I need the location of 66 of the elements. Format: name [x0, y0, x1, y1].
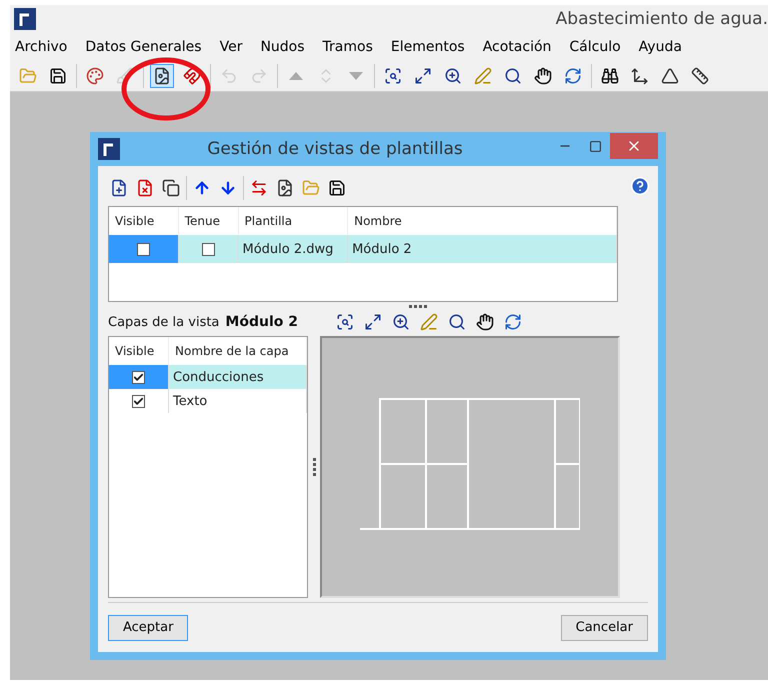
table-cell: Módulo 2 — [348, 235, 617, 263]
checkbox[interactable] — [132, 370, 145, 384]
triangle-icon — [661, 66, 679, 84]
palette-icon — [86, 66, 104, 84]
redo-icon — [250, 66, 268, 84]
menu-item[interactable]: Archivo — [15, 38, 68, 54]
folder-icon — [302, 179, 320, 197]
swap-icon — [250, 179, 268, 197]
dialog-button[interactable]: Aceptar — [108, 614, 188, 640]
help-icon[interactable] — [630, 176, 650, 196]
document-icon — [276, 179, 294, 197]
down-triangle-icon — [349, 72, 363, 80]
checkbox[interactable] — [132, 394, 145, 408]
zoom-in-icon — [444, 66, 462, 84]
refresh-icon — [504, 313, 522, 331]
menu-item[interactable]: Cálculo — [569, 38, 621, 54]
window-title: Abastecimiento de agua. — [556, 9, 768, 29]
menu-item[interactable]: Acotación — [482, 38, 552, 54]
binoculars-icon — [601, 66, 619, 84]
layers-label: Capas de la vista — [108, 314, 220, 330]
up-triangle-icon — [289, 72, 303, 80]
table-cell: Conducciones — [169, 365, 307, 389]
brush-icon — [116, 66, 134, 84]
dialog-title: Gestión de vistas de plantillas — [206, 139, 464, 159]
folder-icon — [19, 66, 37, 84]
document-icon — [153, 66, 171, 84]
delete-file-icon — [136, 179, 154, 197]
search-icon — [448, 313, 466, 331]
search-icon — [504, 66, 522, 84]
new-file-icon — [110, 179, 128, 197]
table-cell: Módulo 2.dwg — [238, 235, 348, 263]
magnet-icon — [183, 66, 201, 84]
view-name: Módulo 2 — [225, 314, 298, 330]
ruler-icon — [691, 66, 709, 84]
toolbar-button[interactable] — [150, 64, 174, 88]
splitter-grip[interactable] — [312, 458, 316, 476]
zoom-in-icon — [392, 313, 410, 331]
hand-icon — [476, 313, 494, 331]
menu-item[interactable]: Nudos — [260, 38, 305, 54]
axes-icon — [631, 66, 649, 84]
undo-icon — [220, 66, 238, 84]
menu-item[interactable]: Elementos — [390, 38, 465, 54]
splitter-grip[interactable] — [409, 305, 427, 308]
zoom-icon — [384, 66, 402, 84]
dialog-button[interactable]: Cancelar — [560, 614, 648, 640]
close-button[interactable] — [610, 133, 658, 159]
refresh-icon — [564, 66, 582, 84]
checkbox[interactable] — [136, 242, 150, 256]
view-toolbar-button[interactable] — [474, 311, 496, 333]
menu-item[interactable]: Ayuda — [638, 38, 682, 54]
toolbar-button[interactable] — [160, 177, 182, 199]
menu-item[interactable]: Ver — [220, 38, 242, 54]
arrow-down-icon — [219, 179, 237, 197]
expand-icon — [364, 313, 382, 331]
menu-item[interactable]: Datos Generales — [85, 38, 202, 54]
expand-icon — [414, 66, 432, 84]
hand-icon — [534, 66, 552, 84]
pen-icon — [474, 66, 492, 84]
checkbox[interactable] — [202, 242, 215, 256]
pen-icon — [420, 313, 438, 331]
app-logo-icon — [14, 8, 36, 30]
copy-icon — [162, 179, 180, 197]
menu-item[interactable]: Tramos — [322, 38, 373, 54]
maximize-icon — [588, 140, 602, 152]
zoom-icon — [336, 313, 354, 331]
dialog-logo-icon — [98, 138, 120, 160]
